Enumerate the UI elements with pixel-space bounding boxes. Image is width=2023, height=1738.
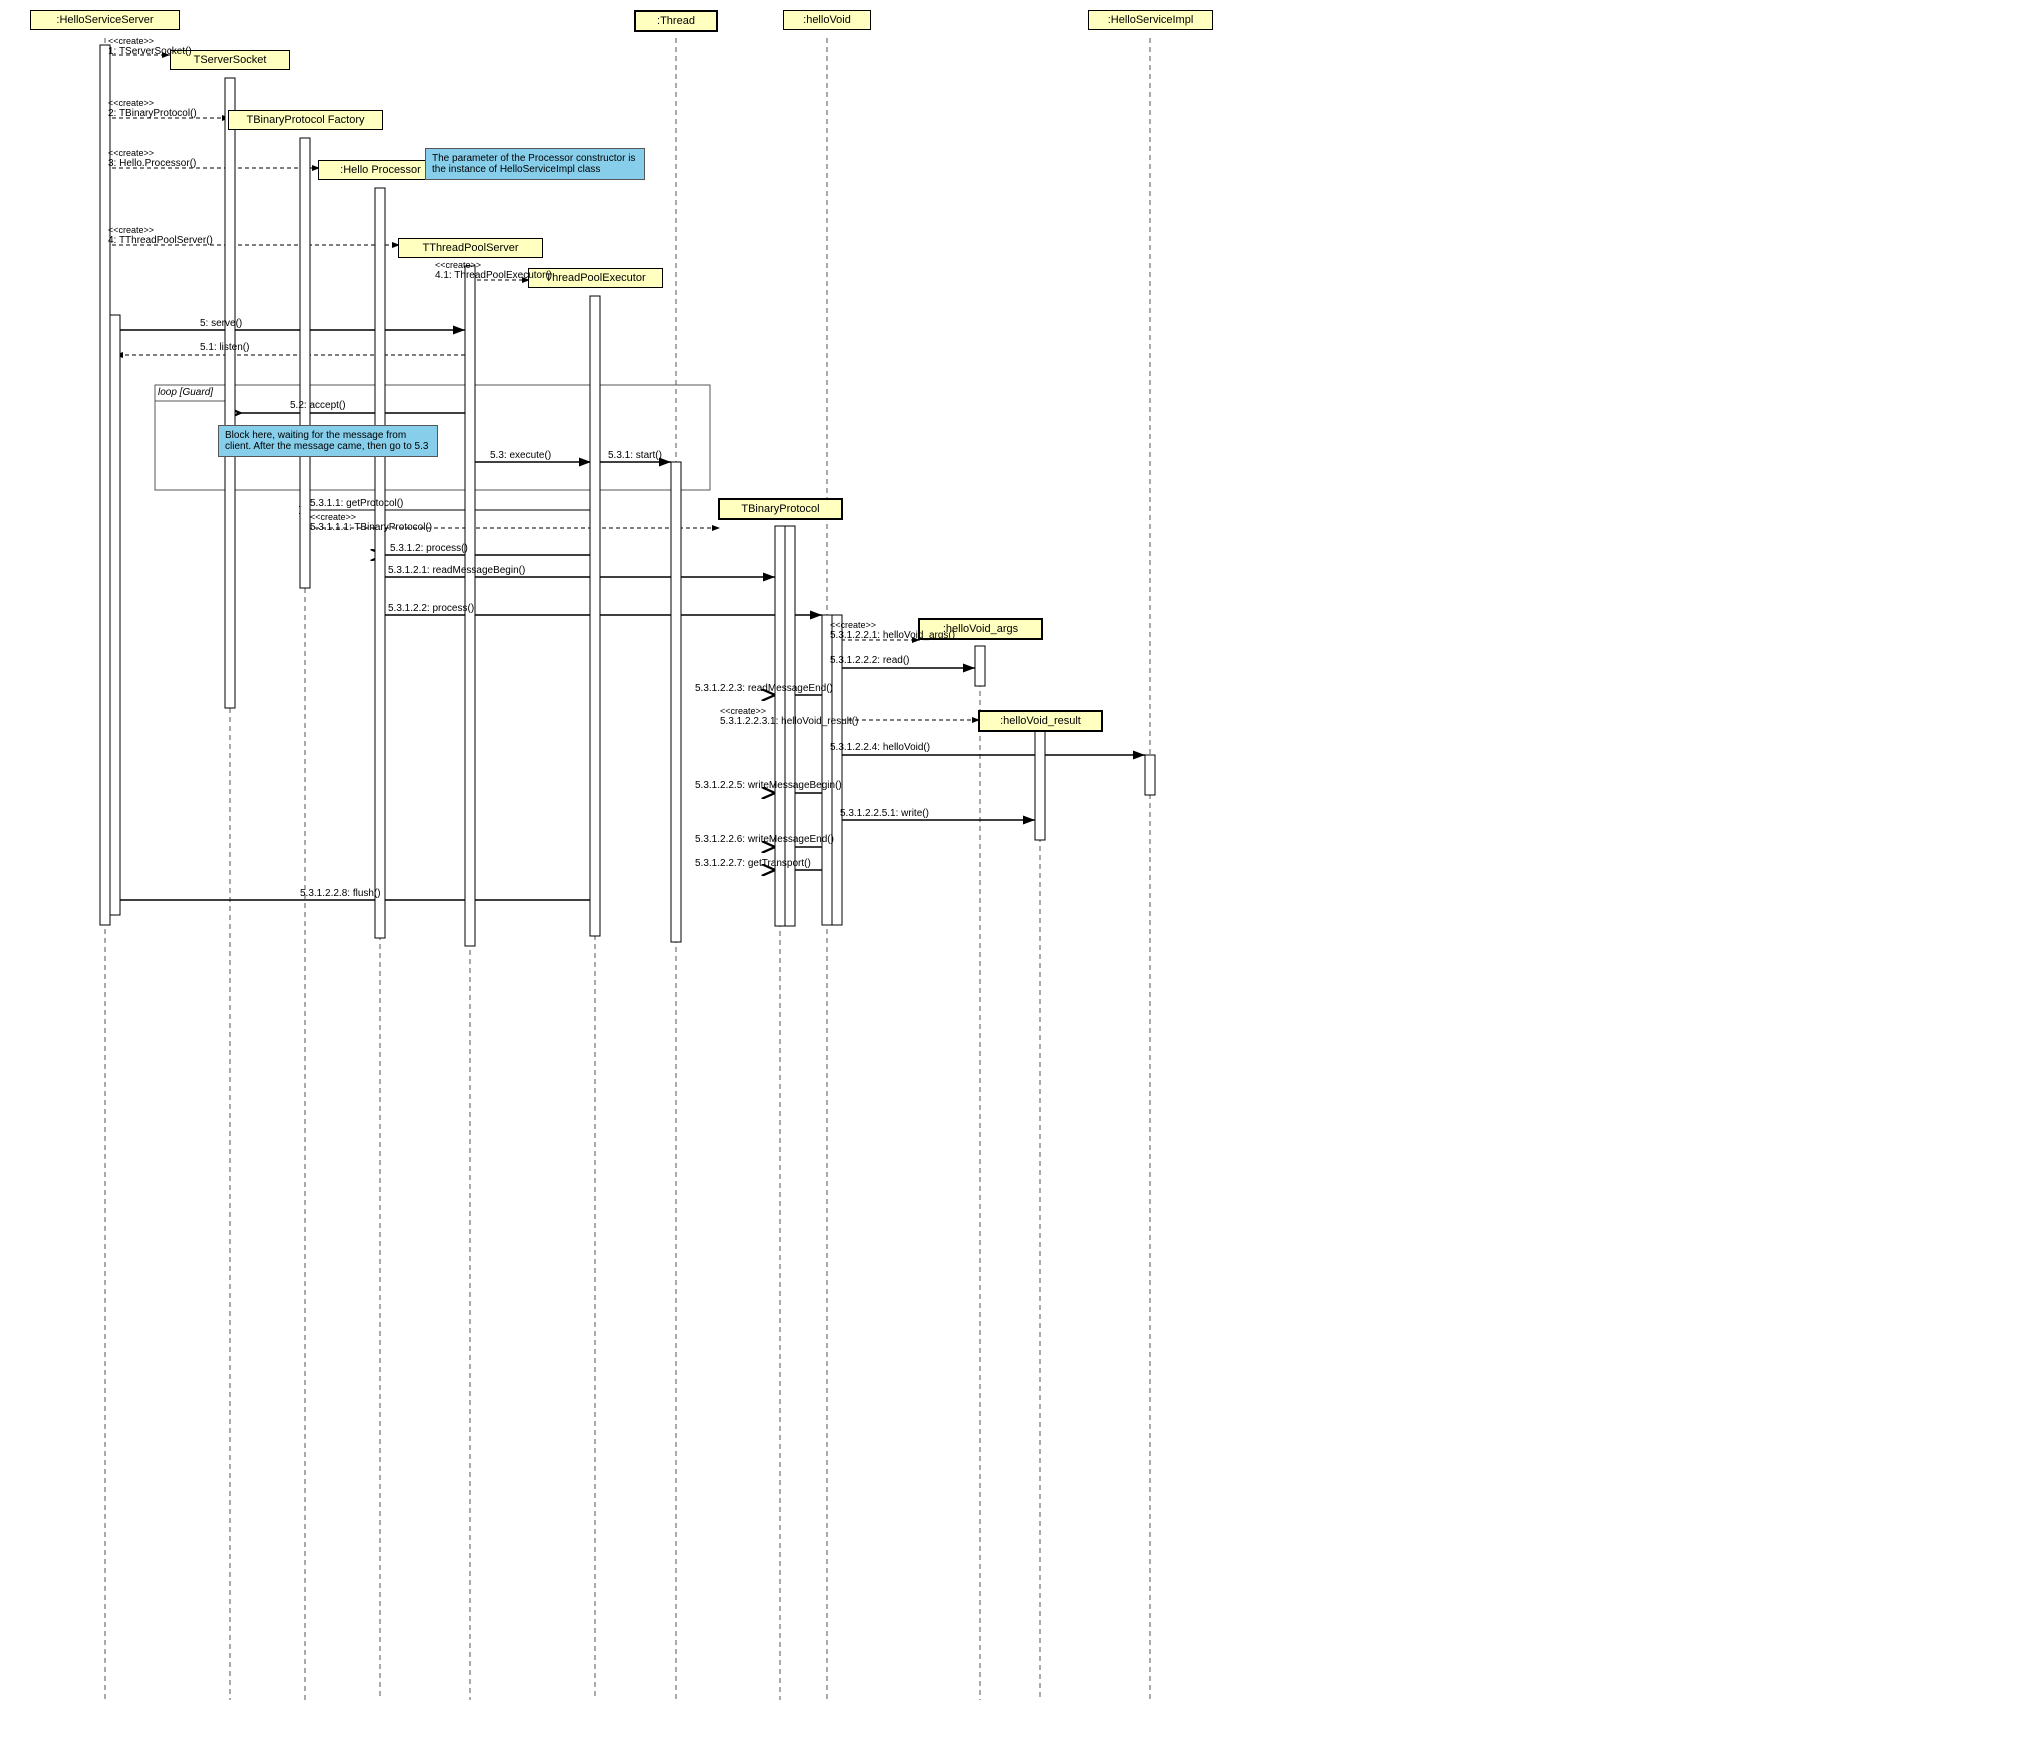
frame-loop-label: loop [Guard] — [158, 387, 213, 398]
msg-531225: 5.3.1.2.2.5: writeMessageBegin() — [695, 780, 842, 791]
msg-531228: 5.3.1.2.2.8: flush() — [300, 888, 381, 899]
msg-2-stereo: <<create>> 2: TBinaryProtocol() — [108, 98, 197, 119]
msg-5312251: 5.3.1.2.2.5.1: write() — [840, 808, 929, 819]
msg-3-stereo: <<create>> 3: Hello.Processor() — [108, 148, 196, 169]
msg-5311: 5.3.1.1: getProtocol() — [310, 498, 403, 509]
msg-531: 5.3.1: start() — [608, 450, 662, 461]
lifeline-hellovoid: :helloVoid — [783, 10, 871, 30]
note-block: Block here, waiting for the message from… — [218, 425, 438, 457]
msg-53111-stereo: <<create>> 5.3.1.1.1: TBinaryProtocol() — [310, 512, 432, 533]
note-processor: The parameter of the Processor construct… — [425, 148, 645, 180]
msg-1-stereo: <<create>> 1: TServerSocket() — [108, 36, 192, 57]
sequence-diagram: :HelloServiceServer TServerSocket TBinar… — [0, 0, 2023, 1738]
msg-52: 5.2: accept() — [290, 400, 346, 411]
msg-531224: 5.3.1.2.2.4: helloVoid() — [830, 742, 930, 753]
lifeline-hss: :HelloServiceServer — [30, 10, 180, 30]
msg-531221-stereo: <<create>> 5.3.1.2.2.1: helloVoid_args() — [830, 620, 955, 641]
lifeline-hvr: :helloVoid_result — [978, 710, 1103, 732]
msg-51: 5.1: listen() — [200, 342, 249, 353]
msg-531226: 5.3.1.2.2.6: writeMessageEnd() — [695, 834, 834, 845]
msg-41-stereo: <<create>> 4.1: ThreadPoolExecutor() — [435, 260, 552, 281]
msg-531222: 5.3.1.2.2.2: read() — [830, 655, 910, 666]
lifeline-thread: :Thread — [634, 10, 718, 32]
lifeline-tbpf: TBinaryProtocol Factory — [228, 110, 383, 130]
msg-531227: 5.3.1.2.2.7: getTransport() — [695, 858, 811, 869]
msg-531223: 5.3.1.2.2.3: readMessageEnd() — [695, 683, 833, 694]
lifeline-hsi: :HelloServiceImpl — [1088, 10, 1213, 30]
msg-5312231-stereo: <<create>> 5.3.1.2.2.3.1: helloVoid_resu… — [720, 706, 858, 727]
lifeline-ttps: TThreadPoolServer — [398, 238, 543, 258]
msg-5: 5: serve() — [200, 318, 242, 329]
msg-53122: 5.3.1.2.2: process() — [388, 603, 474, 614]
lifeline-tbp: TBinaryProtocol — [718, 498, 843, 520]
msg-4-stereo: <<create>> 4: TThreadPoolServer() — [108, 225, 213, 246]
msg-53121: 5.3.1.2.1: readMessageBegin() — [388, 565, 525, 576]
msg-53: 5.3: execute() — [490, 450, 551, 461]
msg-5312: 5.3.1.2: process() — [390, 543, 468, 554]
